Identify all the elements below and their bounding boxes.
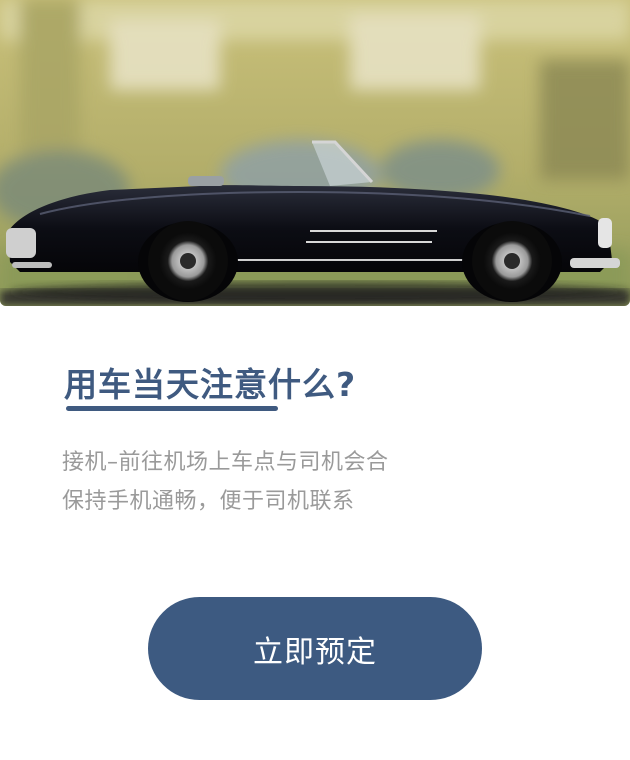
page-title: 用车当天注意什么? — [64, 365, 357, 404]
title-underline — [66, 406, 278, 411]
hero-car-image — [0, 0, 630, 306]
car-photo-illustration — [0, 0, 630, 306]
book-now-button[interactable]: 立即预定 — [148, 597, 482, 700]
tip-phone: 保持手机通畅，便于司机联系 — [62, 489, 355, 514]
tip-pickup: 接机–前往机场上车点与司机会合 — [62, 450, 389, 475]
promo-card: 用车当天注意什么? 接机–前往机场上车点与司机会合 保持手机通畅，便于司机联系 … — [0, 0, 630, 760]
